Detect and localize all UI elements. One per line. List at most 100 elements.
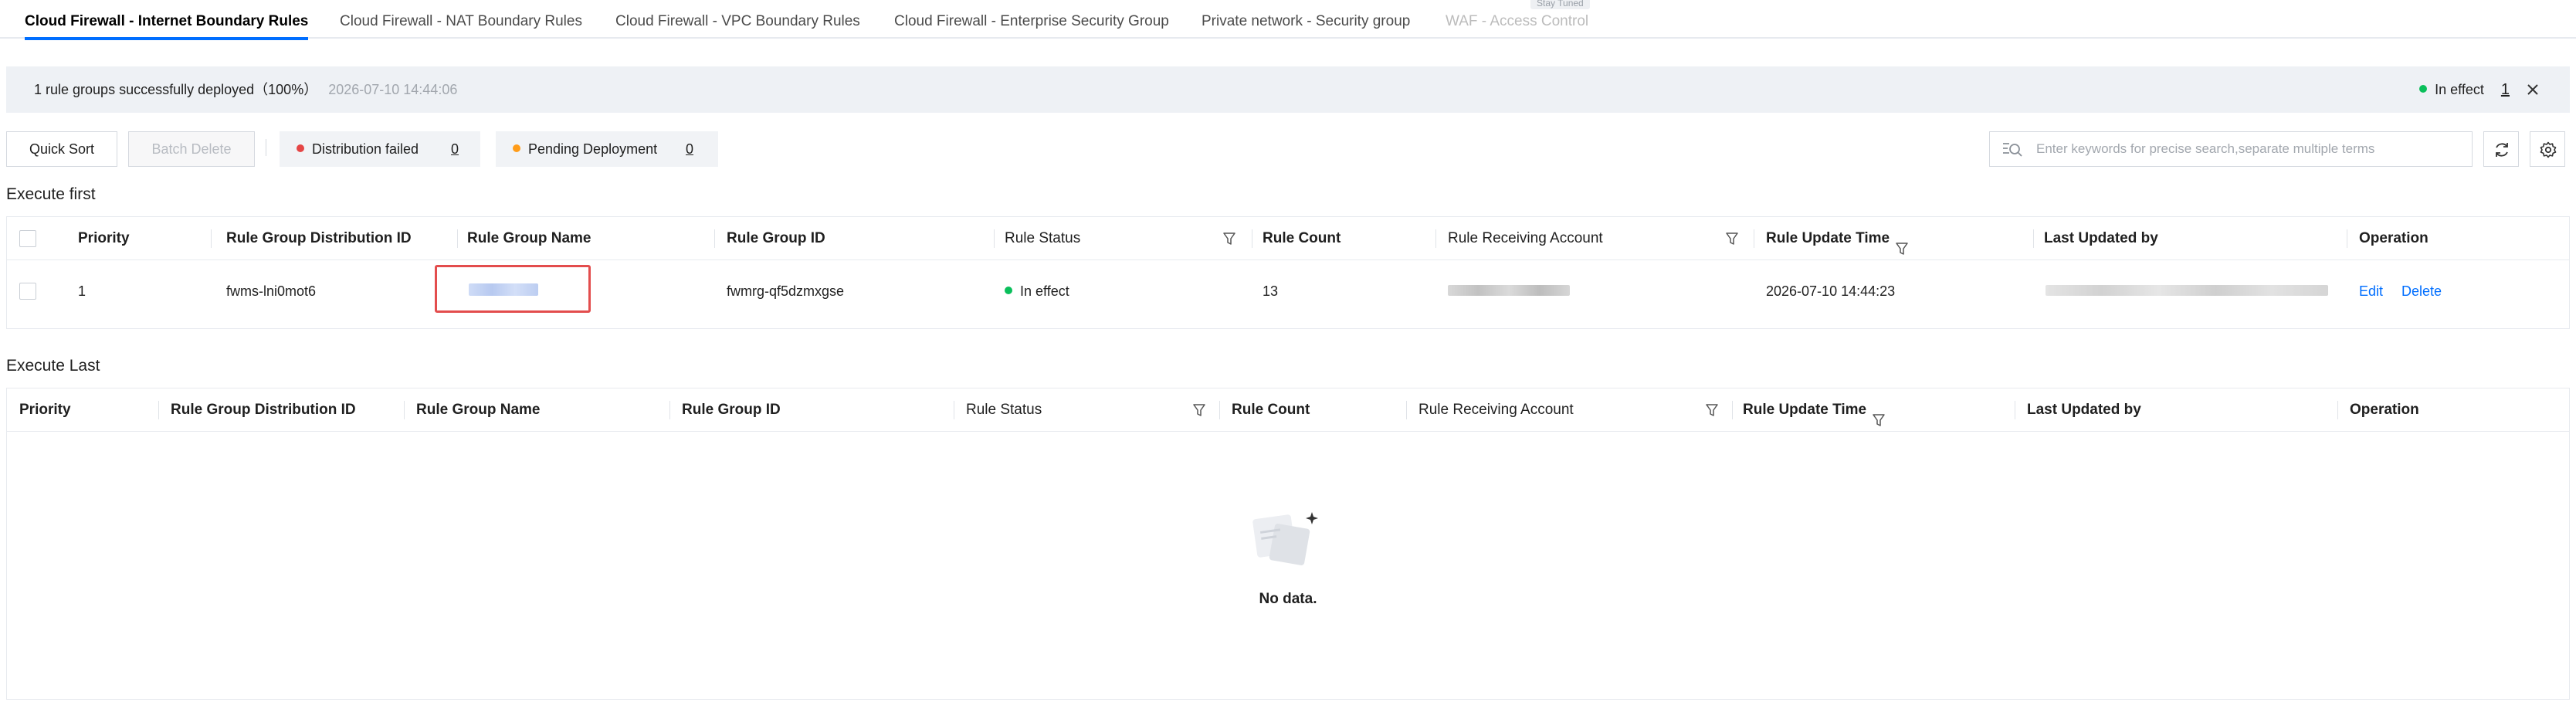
column-divider [714,229,715,248]
cell-group-id: fwmrg-qf5dzmxgse [727,283,845,299]
col-distribution-id: Rule Group Distribution ID [226,230,412,246]
col-updated-by: Last Updated by [2044,230,2158,246]
column-divider [2337,401,2338,419]
cell-distribution-id: fwms-lni0mot6 [226,283,317,299]
col-group-name: Rule Group Name [416,402,541,418]
in-effect-count-link[interactable]: 1 [2501,81,2510,98]
empty-text: No data. [1259,591,1317,607]
deployment-banner: 1 rule groups successfully deployed（100%… [6,66,2570,113]
col-priority: Priority [78,230,130,246]
search-input[interactable] [2036,132,2461,166]
pending-deployment-label: Pending Deployment [528,141,658,157]
pending-deployment-count[interactable]: 0 [686,131,693,167]
distribution-failed-filter[interactable]: Distribution failed 0 [280,131,480,167]
col-update-time-label: Rule Update Time [1743,402,1867,418]
settings-button[interactable] [2530,131,2565,167]
column-divider [2033,229,2034,248]
table-header: Priority Rule Group Distribution ID Rule… [7,388,2569,432]
col-priority: Priority [19,402,71,418]
tab-nat-boundary-rules[interactable]: Cloud Firewall - NAT Boundary Rules [340,0,582,39]
table-header: Priority Rule Group Distribution ID Rule… [7,217,2569,260]
col-update-time-label: Rule Update Time [1766,230,1890,246]
col-updated-by: Last Updated by [2027,402,2141,418]
refresh-button[interactable] [2483,131,2519,167]
table-row: 1 fwms-lni0mot6 fwmrg-qf5dzmxgse In effe… [7,260,2569,322]
execute-last-title: Execute Last [6,357,100,375]
column-divider [1732,401,1733,419]
gear-icon [2540,141,2557,158]
status-filter-icon[interactable] [1223,232,1235,246]
rule-status-text: In effect [1020,283,1069,299]
col-group-id: Rule Group ID [727,230,825,246]
execute-first-title: Execute first [6,185,96,203]
column-divider [994,229,995,248]
col-operation: Operation [2359,230,2429,246]
col-group-id: Rule Group ID [682,402,781,418]
cell-operation: Edit Delete [2359,260,2442,322]
tab-bar: Cloud Firewall - Internet Boundary Rules… [0,0,2576,40]
close-icon[interactable] [2522,79,2544,100]
distribution-failed-count[interactable]: 0 [451,131,459,167]
failed-dot-icon [297,144,304,153]
column-divider [158,401,159,419]
banner-time: 2026-07-10 14:44:06 [328,82,458,97]
col-operation: Operation [2350,402,2419,418]
search-icon [2002,141,2022,158]
status-dot-icon [2419,85,2428,93]
col-update-time: Rule Update Time [1766,217,1908,260]
refresh-icon [2496,143,2508,157]
row-checkbox[interactable] [19,283,36,300]
col-rule-status: Rule Status [966,402,1042,418]
account-filter-icon[interactable] [1706,403,1718,417]
pending-dot-icon [513,144,520,153]
pending-deployment-filter[interactable]: Pending Deployment 0 [496,131,718,167]
column-divider [1219,401,1220,419]
account-filter-icon[interactable] [1726,232,1738,246]
receiving-account-redacted [1448,285,1570,296]
tab-vpc-boundary-rules[interactable]: Cloud Firewall - VPC Boundary Rules [615,0,860,39]
update-time-filter-icon[interactable] [1896,230,1908,255]
edit-link[interactable]: Edit [2359,283,2383,299]
tab-internet-boundary-rules[interactable]: Cloud Firewall - Internet Boundary Rules [25,0,309,40]
column-divider [1406,401,1407,419]
col-receiving-account: Rule Receiving Account [1418,402,1574,418]
col-rule-count: Rule Count [1263,230,1341,246]
status-filter-icon[interactable] [1193,403,1205,417]
cell-update-time: 2026-07-10 14:44:23 [1766,283,1896,299]
banner-message: 1 rule groups successfully deployed（100%… [34,66,457,113]
column-divider [404,401,405,419]
update-time-filter-icon[interactable] [1873,402,1885,426]
stay-tuned-badge: Stay Tuned [1530,0,1590,9]
banner-status: In effect 1 [2419,66,2510,113]
search-box [1989,131,2473,167]
col-rule-status: Rule Status [1005,230,1081,246]
column-divider [669,401,670,419]
empty-data-icon [1252,512,1318,565]
quick-sort-button[interactable]: Quick Sort [6,131,117,167]
column-divider [211,229,212,248]
banner-status-label: In effect [2435,82,2484,97]
in-effect-dot-icon [1005,287,1012,295]
banner-message-text: 1 rule groups successfully deployed（100%… [34,82,318,97]
tab-enterprise-security-group[interactable]: Cloud Firewall - Enterprise Security Gro… [894,0,1169,39]
column-divider [1435,229,1436,248]
updated-by-redacted [2046,285,2328,296]
cell-rule-status: In effect [1005,260,1069,322]
group-name-link-redacted[interactable] [469,283,538,296]
batch-delete-button: Batch Delete [128,131,255,167]
col-receiving-account: Rule Receiving Account [1448,230,1603,246]
select-all-checkbox[interactable] [19,230,36,247]
execute-first-table: Priority Rule Group Distribution ID Rule… [6,216,2570,329]
column-divider [457,229,458,248]
col-update-time: Rule Update Time [1743,388,1885,432]
tab-private-network-security-group[interactable]: Private network - Security group [1202,0,1410,39]
col-distribution-id: Rule Group Distribution ID [171,402,356,418]
empty-state: No data. [7,432,2569,691]
distribution-failed-label: Distribution failed [312,141,419,157]
col-group-name: Rule Group Name [467,230,591,246]
col-rule-count: Rule Count [1232,402,1310,418]
cell-rule-count: 13 [1263,283,1279,299]
delete-link[interactable]: Delete [2401,283,2442,299]
execute-last-table: Priority Rule Group Distribution ID Rule… [6,388,2570,700]
cell-priority: 1 [78,283,86,299]
